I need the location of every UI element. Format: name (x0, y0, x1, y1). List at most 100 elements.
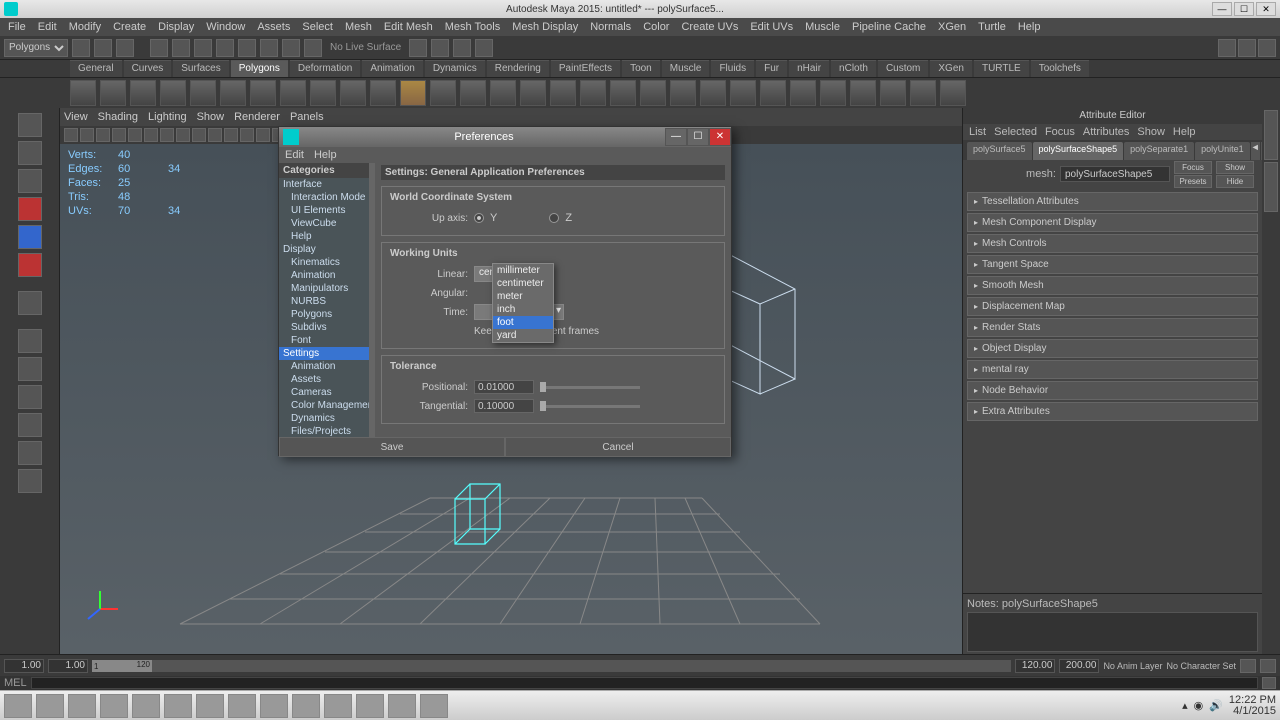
redo-icon[interactable] (172, 39, 190, 57)
unit-option[interactable]: yard (493, 329, 553, 342)
tab-deformation[interactable]: Deformation (290, 60, 360, 77)
vp-menu-lighting[interactable]: Lighting (148, 111, 187, 123)
tab-fur[interactable]: Fur (756, 60, 787, 77)
taskbar-photoshop-icon[interactable] (228, 694, 256, 718)
shelf-cleanup-icon[interactable] (610, 80, 636, 106)
vp-menu-panels[interactable]: Panels (290, 111, 324, 123)
shelf-collapse-icon[interactable] (910, 80, 936, 106)
snap-grid-icon[interactable] (194, 39, 212, 57)
taskbar-premiere-icon[interactable] (164, 694, 192, 718)
range-start-inner[interactable] (48, 659, 88, 673)
category-item[interactable]: Polygons (279, 308, 369, 321)
range-track[interactable]: 1 120 (92, 660, 1011, 672)
range-start-outer[interactable] (4, 659, 44, 673)
menu-assets[interactable]: Assets (251, 19, 296, 35)
shelf-reduce-icon[interactable] (580, 80, 606, 106)
category-item[interactable]: Dynamics (279, 412, 369, 425)
shelf-bridge-icon[interactable] (760, 80, 786, 106)
ae-menu-help[interactable]: Help (1173, 126, 1196, 138)
snap-live-icon[interactable] (282, 39, 300, 57)
vp-safe-action-icon[interactable] (224, 128, 238, 142)
unit-option[interactable]: centimeter (493, 277, 553, 290)
shelf-combine-icon[interactable] (430, 80, 456, 106)
menu-meshtools[interactable]: Mesh Tools (439, 19, 506, 35)
lasso-tool-icon[interactable] (18, 141, 42, 165)
category-item[interactable]: Animation (279, 360, 369, 373)
tab-toolchefs[interactable]: Toolchefs (1031, 60, 1089, 77)
vp-2d-pan-icon[interactable] (112, 128, 126, 142)
tab-animation[interactable]: Animation (362, 60, 422, 77)
unit-option[interactable]: meter (493, 290, 553, 303)
tab-xgen[interactable]: XGen (930, 60, 972, 77)
menu-createuvs[interactable]: Create UVs (675, 19, 744, 35)
shelf-fill-icon[interactable] (850, 80, 876, 106)
taskbar-app4-icon[interactable] (420, 694, 448, 718)
taskbar-app1-icon[interactable] (68, 694, 96, 718)
menu-create[interactable]: Create (107, 19, 152, 35)
tray-network-icon[interactable]: ◉ (1194, 699, 1204, 712)
cancel-button[interactable]: Cancel (505, 437, 731, 457)
tab-curves[interactable]: Curves (124, 60, 172, 77)
snap-point-icon[interactable] (238, 39, 256, 57)
menu-color[interactable]: Color (637, 19, 675, 35)
category-item[interactable]: Interaction Mode (279, 191, 369, 204)
tab-custom[interactable]: Custom (878, 60, 928, 77)
attreditor-toggle-icon[interactable] (1238, 39, 1256, 57)
section-extraattrs[interactable]: Extra Attributes (967, 402, 1258, 421)
range-end-outer[interactable] (1059, 659, 1099, 673)
close-button[interactable]: ✕ (1256, 2, 1276, 16)
paint-select-tool-icon[interactable] (18, 169, 42, 193)
shelf-platonic-icon[interactable] (400, 80, 426, 106)
channelbox-tab[interactable] (1264, 110, 1278, 160)
prefs-menu-edit[interactable]: Edit (285, 149, 304, 161)
tab-polygons[interactable]: Polygons (231, 60, 288, 77)
shelf-average-icon[interactable] (730, 80, 756, 106)
tab-toon[interactable]: Toon (622, 60, 660, 77)
category-item[interactable]: Color Management (279, 399, 369, 412)
shelf-append-icon[interactable] (880, 80, 906, 106)
tab-general[interactable]: General (70, 60, 122, 77)
shelf-bevel-icon[interactable] (820, 80, 846, 106)
tray-arrow-icon[interactable]: ▴ (1182, 699, 1188, 712)
three-pane-icon[interactable] (18, 441, 42, 465)
prefs-icon[interactable] (1260, 659, 1276, 673)
ipr-render-icon[interactable] (453, 39, 471, 57)
taskbar-chrome-icon[interactable] (132, 694, 160, 718)
tab-muscle[interactable]: Muscle (662, 60, 710, 77)
minimize-button[interactable]: — (1212, 2, 1232, 16)
save-scene-icon[interactable] (116, 39, 134, 57)
two-pane-side-icon[interactable] (18, 385, 42, 409)
shelf-cube-icon[interactable] (100, 80, 126, 106)
notes-textarea[interactable] (967, 612, 1258, 652)
ae-menu-list[interactable]: List (969, 126, 986, 138)
cmd-lang-label[interactable]: MEL (4, 677, 27, 689)
vp-resolution-gate-icon[interactable] (176, 128, 190, 142)
mesh-name-input[interactable] (1060, 166, 1170, 182)
taskbar-maya-icon[interactable] (388, 694, 416, 718)
module-selector[interactable]: Polygons (4, 39, 68, 57)
category-item[interactable]: Assets (279, 373, 369, 386)
no-charset-label[interactable]: No Character Set (1166, 661, 1236, 671)
script-editor-icon[interactable] (1262, 677, 1276, 689)
menu-mesh[interactable]: Mesh (339, 19, 378, 35)
menu-editmesh[interactable]: Edit Mesh (378, 19, 439, 35)
tab-rendering[interactable]: Rendering (487, 60, 549, 77)
taskbar-explorer-icon[interactable] (36, 694, 64, 718)
unit-option[interactable]: foot (493, 316, 553, 329)
tab-painteffects[interactable]: PaintEffects (551, 60, 620, 77)
section-objectdisplay[interactable]: Object Display (967, 339, 1258, 358)
menu-pipelinecache[interactable]: Pipeline Cache (846, 19, 932, 35)
four-pane-icon[interactable] (18, 357, 42, 381)
section-displacement[interactable]: Displacement Map (967, 297, 1258, 316)
shelf-cone-icon[interactable] (160, 80, 186, 106)
category-item[interactable]: Animation (279, 269, 369, 282)
menu-modify[interactable]: Modify (63, 19, 107, 35)
ae-menu-attributes[interactable]: Attributes (1083, 126, 1129, 138)
unit-option[interactable]: inch (493, 303, 553, 316)
shelf-sculpt-icon[interactable] (940, 80, 966, 106)
node-tab-polysurface5[interactable]: polySurface5 (967, 142, 1032, 160)
shelf-extract-icon[interactable] (490, 80, 516, 106)
outliner-persp-icon[interactable] (18, 469, 42, 493)
upaxis-y-radio[interactable] (474, 213, 484, 223)
category-item[interactable]: Help (279, 230, 369, 243)
